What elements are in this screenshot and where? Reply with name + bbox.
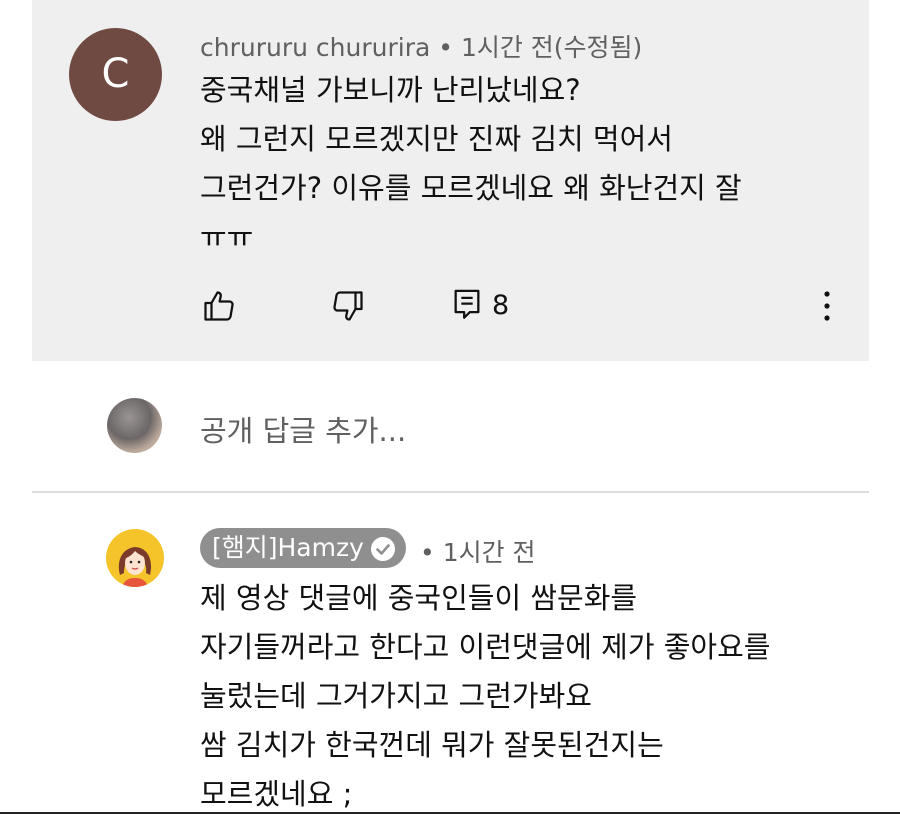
thumbs-down-icon[interactable] <box>330 288 366 324</box>
meta-separator: • <box>438 33 453 62</box>
comment-line: 왜 그런지 모르겠지만 진짜 김치 먹어서 <box>200 122 673 156</box>
comments-page: C chrururu chururira • 1시간 전(수정됨) 중국채널 가… <box>0 0 900 814</box>
reply-count[interactable]: 8 <box>492 288 509 324</box>
comment-line: 모르겠네요 ; <box>200 777 353 811</box>
comment-line: 중국채널 가보니까 난리났네요? <box>200 73 581 107</box>
comment-line: 자기들꺼라고 한다고 이런댓글에 제가 좋아요를 <box>200 630 771 664</box>
meta-separator: • <box>420 538 435 567</box>
thumbs-up-icon[interactable] <box>201 288 237 324</box>
author-name[interactable]: chrururu chururira <box>200 33 430 62</box>
avatar[interactable] <box>106 529 164 587</box>
author-name: [햄지]Hamzy <box>212 533 364 562</box>
divider <box>32 491 869 493</box>
comment-meta: chrururu chururira • 1시간 전(수정됨) <box>200 28 642 64</box>
comment-line: ㅠㅠ <box>200 220 254 254</box>
comment-time: 1시간 전(수정됨) <box>460 33 643 62</box>
comment-line: 눌렀는데 그거가지고 그런가봐요 <box>200 679 592 713</box>
comment-body: 제 영상 댓글에 중국인들이 쌈문화를 자기들꺼라고 한다고 이런댓글에 제가 … <box>200 574 770 814</box>
current-user-avatar <box>107 398 162 453</box>
comment-line: 쌈 김치가 한국껀데 뭐가 잘못된건지는 <box>200 728 664 762</box>
verified-check-icon <box>370 534 396 561</box>
comment-meta: • 1시간 전 <box>420 533 536 569</box>
avatar[interactable]: C <box>69 28 162 121</box>
comment-time: 1시간 전 <box>442 538 536 567</box>
add-reply-input[interactable]: 공개 답글 추가... <box>200 408 406 450</box>
comment-line: 그런건가? 이유를 모르겠네요 왜 화난건지 잘 <box>200 171 742 205</box>
reply-comment-icon[interactable] <box>452 288 482 322</box>
comment-line: 제 영상 댓글에 중국인들이 쌈문화를 <box>200 581 638 615</box>
more-vertical-icon[interactable] <box>812 288 842 324</box>
comment-body: 중국채널 가보니까 난리났네요? 왜 그런지 모르겠지만 진짜 김치 먹어서 그… <box>200 66 742 262</box>
author-chip[interactable]: [햄지]Hamzy <box>200 528 406 568</box>
